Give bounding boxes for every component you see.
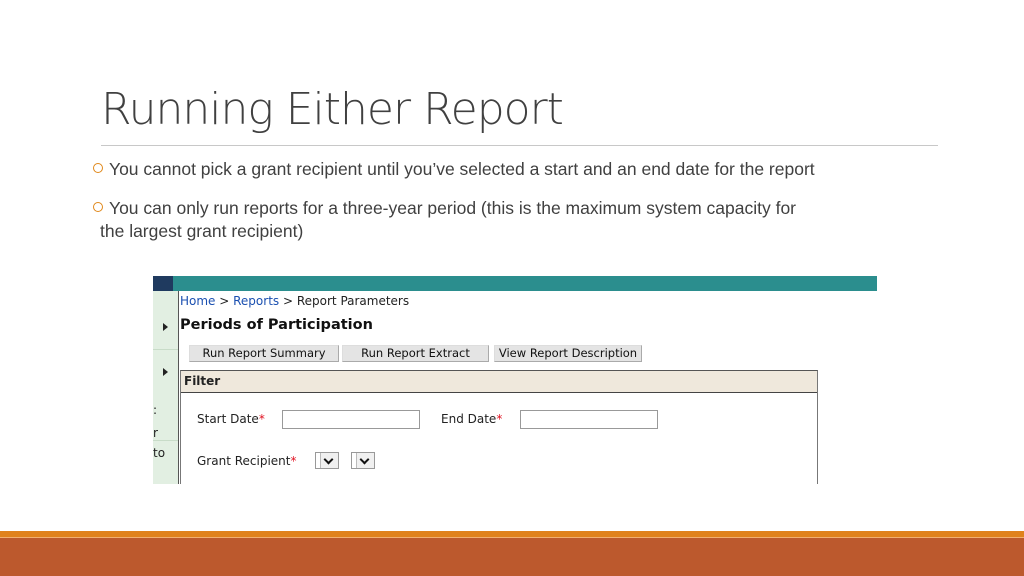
breadcrumb-home-link[interactable]: Home: [180, 294, 215, 308]
header-text: TEAMS: [193, 276, 227, 279]
grant-recipient-label-text: Grant Recipient: [197, 454, 291, 468]
breadcrumb: Home > Reports > Report Parameters: [180, 294, 409, 308]
expand-arrow-icon[interactable]: [163, 368, 168, 376]
breadcrumb-reports-link[interactable]: Reports: [233, 294, 279, 308]
chevron-down-icon: [323, 454, 334, 465]
nav-text-fragment: r: [153, 426, 158, 440]
grant-recipient-select-2[interactable]: [351, 452, 375, 469]
nav-text-fragment: :: [153, 403, 158, 417]
run-report-summary-button[interactable]: Run Report Summary: [189, 345, 339, 362]
select-value-area: [352, 453, 357, 468]
bullet-text-continued: the largest grant recipient): [100, 221, 304, 241]
view-report-description-button[interactable]: View Report Description: [494, 345, 642, 362]
nav-divider: [153, 349, 178, 350]
grant-recipient-label: Grant Recipient*: [197, 454, 296, 468]
breadcrumb-separator: >: [279, 294, 297, 308]
header-corner: [153, 276, 173, 291]
bullet-item: You cannot pick a grant recipient until …: [93, 158, 815, 181]
footer-band: [0, 538, 1024, 576]
chevron-down-icon: [359, 454, 370, 465]
circle-bullet-icon: [93, 202, 103, 212]
grant-recipient-select-1[interactable]: [315, 452, 339, 469]
required-marker: *: [258, 412, 265, 426]
select-value-area: [316, 453, 321, 468]
nav-divider: [153, 440, 178, 441]
circle-bullet-icon: [93, 163, 103, 173]
bullet-text: You cannot pick a grant recipient until …: [109, 159, 815, 179]
expand-arrow-icon[interactable]: [163, 323, 168, 331]
filter-panel: Filter Start Date* End Date* Grant Recip…: [180, 370, 818, 484]
bullet-text: You can only run reports for a three-yea…: [109, 198, 797, 218]
breadcrumb-separator: >: [215, 294, 234, 308]
run-report-extract-button[interactable]: Run Report Extract: [342, 345, 489, 362]
end-date-label: End Date*: [441, 412, 502, 426]
breadcrumb-current: Report Parameters: [296, 294, 410, 308]
start-date-label: Start Date*: [197, 412, 265, 426]
start-date-input[interactable]: [282, 410, 420, 429]
app-header-bar: TEAMS: [153, 276, 877, 291]
start-date-label-text: Start Date: [197, 412, 259, 426]
end-date-label-text: End Date: [441, 412, 497, 426]
embedded-screenshot: TEAMS : r to Home > Reports > Report Par…: [153, 276, 877, 484]
left-nav-column: : r to: [153, 291, 179, 484]
title-divider: [101, 145, 938, 146]
slide-title: Running Either Report: [101, 84, 564, 135]
filter-header: Filter: [181, 371, 817, 393]
nav-text-fragment: to: [153, 446, 166, 460]
bullet-item: You can only run reports for a three-yea…: [93, 197, 893, 243]
page-title: Periods of Participation: [180, 317, 373, 333]
required-marker: *: [496, 412, 503, 426]
required-marker: *: [290, 454, 297, 468]
end-date-input[interactable]: [520, 410, 658, 429]
